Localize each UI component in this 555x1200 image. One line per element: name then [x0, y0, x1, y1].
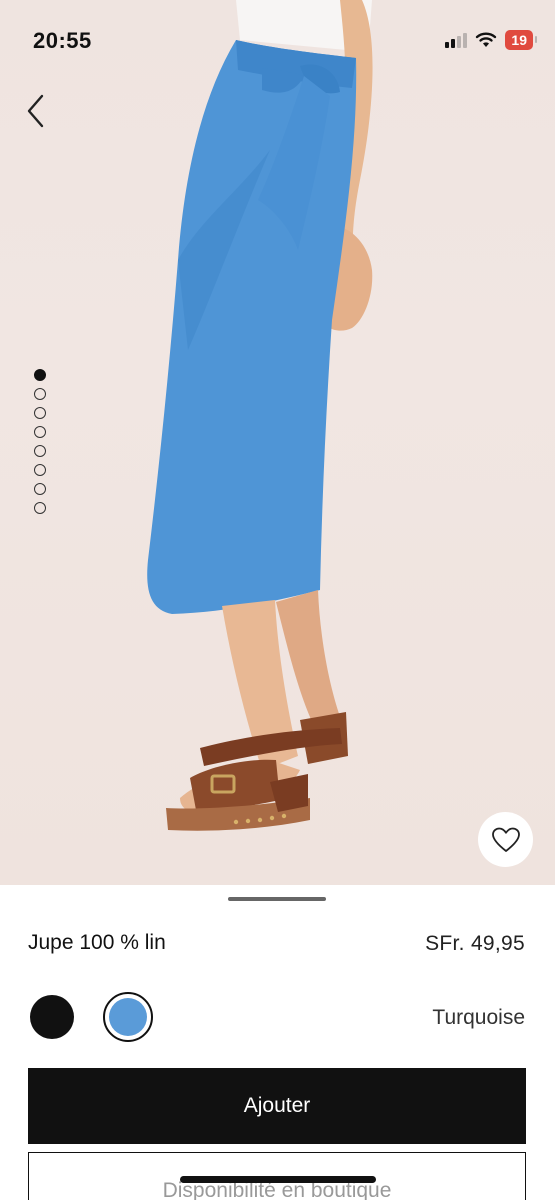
- color-swatch-turquoise-fill: [109, 998, 147, 1036]
- pager-dot[interactable]: [34, 502, 46, 514]
- heart-icon: [491, 827, 520, 852]
- product-photo: [147, 0, 373, 831]
- cellular-signal-icon: [445, 32, 468, 48]
- pager-dot[interactable]: [34, 464, 46, 476]
- favorite-button[interactable]: [478, 812, 533, 867]
- battery-indicator: 19: [505, 30, 537, 50]
- sheet-grabber[interactable]: [228, 897, 326, 901]
- add-to-cart-button[interactable]: Ajouter: [28, 1068, 526, 1144]
- home-indicator: [180, 1176, 376, 1183]
- pager-dot[interactable]: [34, 483, 46, 495]
- color-swatch-turquoise[interactable]: [103, 992, 153, 1042]
- back-button[interactable]: [22, 92, 52, 130]
- pager-dot[interactable]: [34, 388, 46, 400]
- status-time: 20:55: [33, 28, 92, 53]
- pager-dot[interactable]: [34, 445, 46, 457]
- pager-dot[interactable]: [34, 407, 46, 419]
- wifi-icon: [476, 32, 497, 47]
- status-icons: 19: [445, 30, 537, 50]
- product-image-gallery[interactable]: 20:55 19: [0, 0, 555, 885]
- product-sheet: Jupe 100 % lin SFr. 49,95 Turquoise Ajou…: [0, 885, 555, 1200]
- add-to-cart-label: Ajouter: [243, 1094, 311, 1117]
- chevron-left-icon: [27, 94, 44, 128]
- pager-dot[interactable]: [34, 369, 46, 381]
- pager-dot[interactable]: [34, 426, 46, 438]
- color-swatch-black[interactable]: [30, 995, 74, 1039]
- status-bar: 20:55 19: [0, 0, 555, 80]
- product-name: Jupe 100 % lin: [28, 931, 166, 954]
- product-price: SFr. 49,95: [425, 932, 525, 955]
- gallery-pager: [34, 369, 46, 514]
- selected-color-label: Turquoise: [432, 1006, 525, 1029]
